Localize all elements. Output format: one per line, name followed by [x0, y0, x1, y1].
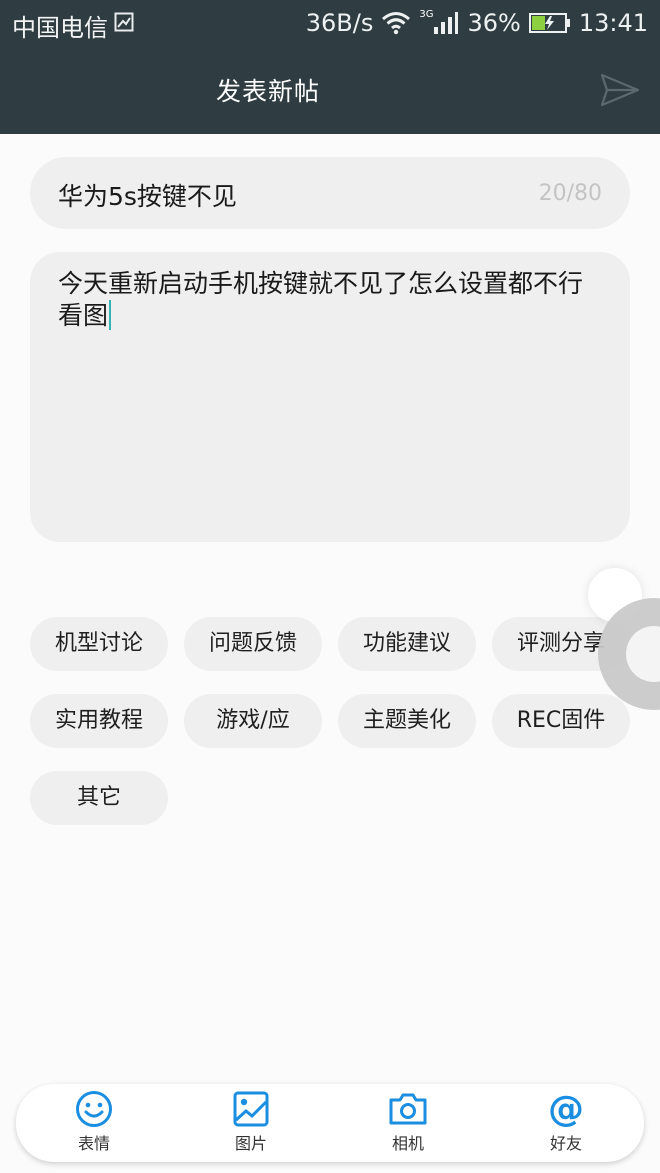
post-body-text: 今天重新启动手机按键就不见了怎么设置都不行看图: [58, 268, 598, 332]
svg-text:@: @: [548, 1090, 584, 1128]
post-editor-screen: 中国电信 36B/s 3G 36% 13:41 发表新帖 华为5s按键不见 20…: [0, 0, 660, 1173]
post-title-field[interactable]: 华为5s按键不见 20/80: [30, 157, 630, 229]
send-icon: [600, 73, 640, 107]
post-body-field[interactable]: 今天重新启动手机按键就不见了怎么设置都不行看图: [30, 252, 630, 542]
page-title: 发表新帖: [216, 77, 321, 106]
category-chip[interactable]: 机型讨论: [30, 617, 168, 671]
camera-label: 相机: [391, 1134, 424, 1153]
send-button[interactable]: [600, 72, 640, 108]
wifi-icon: [382, 12, 411, 35]
camera-icon: [389, 1093, 427, 1125]
image-icon: [233, 1091, 269, 1127]
status-right: 36B/s 3G 36% 13:41: [306, 8, 648, 38]
camera-button[interactable]: 相机: [358, 1090, 458, 1156]
network-speed: 36B/s: [305, 9, 374, 37]
floating-dock-inner: [626, 626, 660, 682]
emoji-button[interactable]: 表情: [44, 1090, 144, 1156]
category-chip[interactable]: 主题美化: [338, 694, 476, 748]
category-chip[interactable]: 其它: [30, 771, 168, 825]
clock: 13:41: [578, 9, 648, 37]
category-chip[interactable]: 功能建议: [338, 617, 476, 671]
category-chip[interactable]: 游戏/应: [184, 694, 322, 748]
friends-button[interactable]: @ 好友: [516, 1090, 616, 1156]
battery-percent: 36%: [467, 9, 521, 37]
network-type: 3G: [419, 8, 434, 20]
top-bar: 中国电信 36B/s 3G 36% 13:41 发表新帖: [0, 0, 660, 134]
image-button[interactable]: 图片: [201, 1090, 301, 1156]
post-title-value: 华为5s按键不见: [58, 182, 237, 211]
bottom-toolbar: 表情 图片 相机 @ 好友: [16, 1084, 644, 1162]
signal-icon: [434, 12, 459, 34]
emoji-label: 表情: [77, 1134, 110, 1153]
emoji-icon: [76, 1091, 112, 1127]
carrier-name: 中国电信: [12, 14, 108, 42]
image-label: 图片: [234, 1134, 267, 1153]
title-char-counter: 20/80: [538, 181, 602, 206]
category-chip[interactable]: REC固件: [492, 694, 630, 748]
title-bar: 发表新帖: [0, 46, 660, 134]
image-notification-icon: [114, 12, 134, 32]
at-icon: @: [548, 1090, 584, 1128]
text-caret: [109, 300, 112, 330]
friends-label: 好友: [549, 1134, 582, 1153]
category-chip[interactable]: 问题反馈: [184, 617, 322, 671]
post-body-value: 今天重新启动手机按键就不见了怎么设置都不行看图: [58, 269, 584, 330]
battery-charging-icon: [528, 13, 570, 33]
category-chip[interactable]: 实用教程: [30, 694, 168, 748]
status-bar: 中国电信 36B/s 3G 36% 13:41: [0, 0, 660, 46]
